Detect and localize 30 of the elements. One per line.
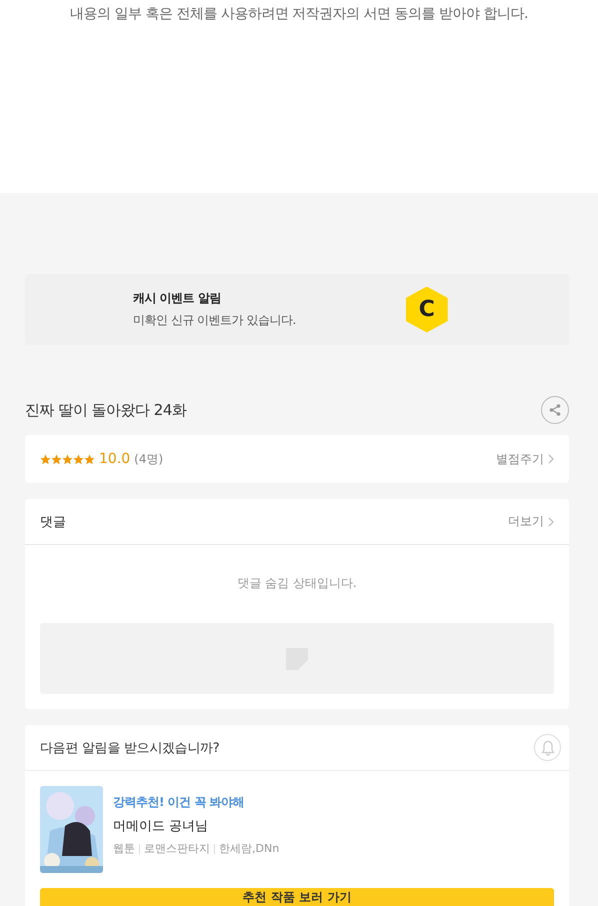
star-icon — [84, 454, 95, 464]
coin-badge: C — [406, 286, 448, 332]
more-link[interactable]: 더보기 — [508, 513, 554, 530]
work-title: 머메이드 공녀님 — [113, 818, 210, 835]
recommendation-tagline: 강력추천! 이건 꼭 봐야해 — [113, 794, 246, 811]
copyright-notice: 내용의 일부 혹은 전체를 사용하려면 저작권자의 서면 동의를 받아야 합니다. — [68, 5, 529, 23]
rate-link[interactable]: 별점주기 — [496, 450, 554, 468]
work-meta: 로맨스판타지 — [144, 841, 210, 856]
section-title: 댓글 — [40, 514, 66, 530]
banner-title: 캐시 이벤트 알림 — [133, 290, 222, 307]
episode-title: 진짜 딸이 돌아왔다 24화 — [25, 400, 186, 420]
star-icon — [73, 454, 84, 464]
bell-icon — [540, 740, 554, 756]
star-icon — [51, 454, 62, 464]
banner-subtitle: 미확인 신규 이벤트가 있습니다. — [133, 312, 296, 329]
star-icon — [62, 454, 73, 464]
work-meta: 한세람,DNn — [219, 841, 280, 856]
work-meta: 웹툰 — [113, 841, 135, 856]
event-banner[interactable]: 캐시 이벤트 알림 미확인 신규 이벤트가 있습니다. C — [25, 274, 569, 345]
star-icon — [40, 454, 51, 464]
hidden-comments-message: 댓글 숨김 상태입니다. — [236, 575, 358, 592]
recommend-button[interactable]: 추천 작품 보러 가기 — [40, 888, 554, 906]
alert-question: 다음편 알림을 받으시겠습니까? — [40, 740, 220, 756]
chevron-icon — [548, 454, 554, 464]
share-button[interactable] — [541, 396, 569, 424]
rating-score: 10.0 — [99, 451, 130, 467]
share-icon — [548, 403, 562, 417]
chevron-icon — [548, 516, 554, 526]
notification-button[interactable] — [534, 734, 561, 761]
rating-count: (4명) — [134, 450, 164, 468]
